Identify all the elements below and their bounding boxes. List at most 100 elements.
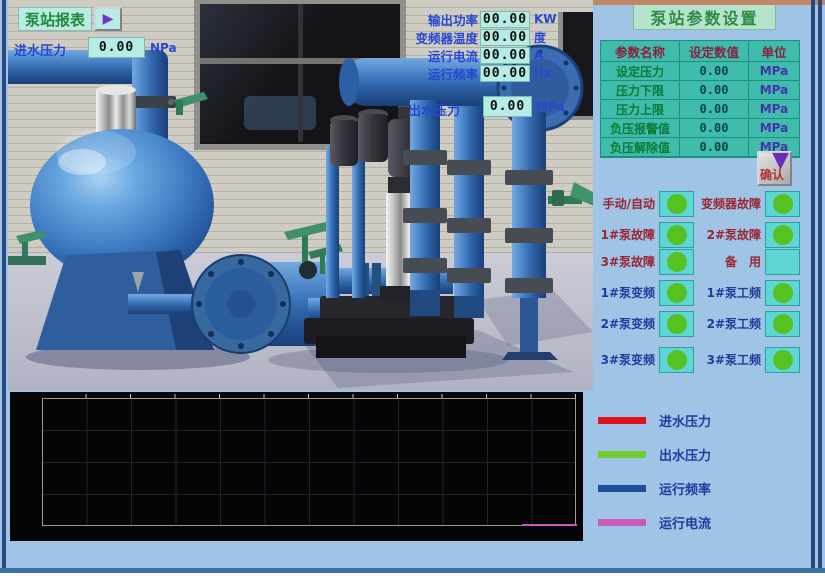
panel-divider xyxy=(811,0,815,568)
inlet-pressure-label: 进水压力 xyxy=(14,40,66,59)
legend-color-bar xyxy=(598,519,646,526)
indicator-lamp xyxy=(765,249,800,275)
param-name: 设定压力 xyxy=(601,62,680,81)
legend-item: 运行电流 xyxy=(598,518,711,526)
parameter-table: 参数名称 设定数值 单位 设定压力 0.00 MPa 压力下限 0.00 MPa xyxy=(600,40,800,158)
readout-unit: Hz xyxy=(534,66,551,80)
report-button[interactable]: 泵站报表 ▶ xyxy=(18,7,122,31)
status-label: 3#泵变频 xyxy=(597,351,659,368)
window-border-left xyxy=(2,0,6,577)
table-header-cell: 参数名称 xyxy=(601,41,680,62)
lamp-dot xyxy=(773,314,793,334)
pipe-clamp xyxy=(124,96,176,108)
status-label: 1#泵故障 xyxy=(597,226,659,243)
status-label: 1#泵工频 xyxy=(698,284,765,301)
readout-stack: 输出功率 00.00 KW 变频器温度 00.00 度 运行电流 00.00 A… xyxy=(398,10,557,82)
legend-label: 进水压力 xyxy=(659,411,711,430)
window-mullion xyxy=(298,4,303,142)
readout-value: 00.00 xyxy=(480,47,530,64)
inlet-pipe xyxy=(8,50,168,156)
settings-panel-title: 泵站参数设置 xyxy=(633,4,776,30)
legend-item: 出水压力 xyxy=(598,450,711,458)
indicator-lamp xyxy=(765,280,800,306)
legend-item: 运行频率 xyxy=(598,484,711,492)
outlet-pressure-label: 出水压力 xyxy=(408,100,460,119)
status-item: 手动/自动 xyxy=(597,190,694,217)
status-label: 3#泵工频 xyxy=(698,351,765,368)
status-item: 2#泵工频 xyxy=(698,310,800,337)
indicator-lamp xyxy=(659,249,694,275)
lamp-dot xyxy=(667,194,687,214)
param-name: 负压解除值 xyxy=(601,138,680,157)
report-button-label[interactable]: 泵站报表 xyxy=(18,7,92,31)
table-header-cell: 设定数值 xyxy=(680,41,749,62)
readout-unit: 度 xyxy=(534,29,546,46)
status-grid: 手动/自动 变频器故障 1#泵故障 2#泵故障 3#泵故障 xyxy=(597,190,800,376)
outlet-pressure-value: 0.00 xyxy=(483,96,532,117)
confirm-button-label: 确认 xyxy=(760,166,784,183)
lamp-dot xyxy=(773,350,793,370)
outer-margin xyxy=(0,573,825,577)
status-item: 3#泵工频 xyxy=(698,346,800,373)
play-icon[interactable]: ▶ xyxy=(94,7,122,31)
param-value-field[interactable]: 0.00 xyxy=(680,62,749,81)
status-item: 1#泵故障 xyxy=(597,221,694,248)
status-label: 备 用 xyxy=(698,253,765,270)
param-value-field[interactable]: 0.00 xyxy=(680,81,749,100)
indicator-lamp xyxy=(659,191,694,217)
inlet-pressure-value: 0.00 xyxy=(88,37,145,58)
window-border-right xyxy=(818,0,822,577)
readout-row: 变频器温度 00.00 度 xyxy=(398,28,557,46)
readout-unit: KW xyxy=(534,12,557,26)
readout-label: 输出功率 xyxy=(398,10,478,29)
param-value-field[interactable]: 0.00 xyxy=(680,138,749,157)
indicator-lamp xyxy=(659,347,694,373)
indicator-lamp xyxy=(765,347,800,373)
param-unit: MPa xyxy=(749,119,799,138)
status-label: 1#泵变频 xyxy=(597,284,659,301)
status-item: 3#泵故障 xyxy=(597,248,694,275)
status-item: 3#泵变频 xyxy=(597,346,694,373)
legend-label: 运行频率 xyxy=(659,479,711,498)
param-unit: MPa xyxy=(749,81,799,100)
window-crossbar xyxy=(200,58,400,64)
legend-item: 进水压力 xyxy=(598,416,711,424)
lamp-dot xyxy=(773,283,793,303)
confirm-button[interactable]: ▼ 确认 xyxy=(757,151,792,186)
status-label: 2#泵变频 xyxy=(597,315,659,332)
param-name: 压力下限 xyxy=(601,81,680,100)
status-label: 2#泵工频 xyxy=(698,315,765,332)
indicator-lamp xyxy=(659,222,694,248)
legend-color-bar xyxy=(598,417,646,424)
legend-label: 出水压力 xyxy=(659,445,711,464)
param-unit: MPa xyxy=(749,62,799,81)
table-header-cell: 单位 xyxy=(749,41,799,62)
readout-label: 运行电流 xyxy=(398,46,478,65)
status-label: 3#泵故障 xyxy=(597,253,659,270)
floor xyxy=(8,252,593,390)
readout-value: 00.00 xyxy=(480,65,530,82)
lamp-dot xyxy=(667,350,687,370)
chart-plot-area xyxy=(42,398,576,526)
readout-row: 输出功率 00.00 KW xyxy=(398,10,557,28)
lamp-dot xyxy=(773,194,793,214)
status-item: 2#泵变频 xyxy=(597,310,694,337)
status-label: 2#泵故障 xyxy=(698,226,765,243)
legend-color-bar xyxy=(598,451,646,458)
trend-chart xyxy=(10,392,583,541)
lamp-dot xyxy=(667,314,687,334)
param-value-field[interactable]: 0.00 xyxy=(680,119,749,138)
readout-row: 运行频率 00.00 Hz xyxy=(398,64,557,82)
param-name: 负压报警值 xyxy=(601,119,680,138)
readout-label: 运行频率 xyxy=(398,64,478,83)
param-value-field[interactable]: 0.00 xyxy=(680,100,749,119)
top-accent-strip xyxy=(593,0,825,5)
lamp-dot xyxy=(667,252,687,272)
green-valve-right xyxy=(548,182,593,206)
lamp-dot xyxy=(773,225,793,245)
legend-label: 运行电流 xyxy=(659,513,711,532)
outlet-pressure-unit: MPa xyxy=(536,100,565,114)
lamp-dot xyxy=(667,283,687,303)
status-item: 1#泵工频 xyxy=(698,279,800,306)
legend-color-bar xyxy=(598,485,646,492)
